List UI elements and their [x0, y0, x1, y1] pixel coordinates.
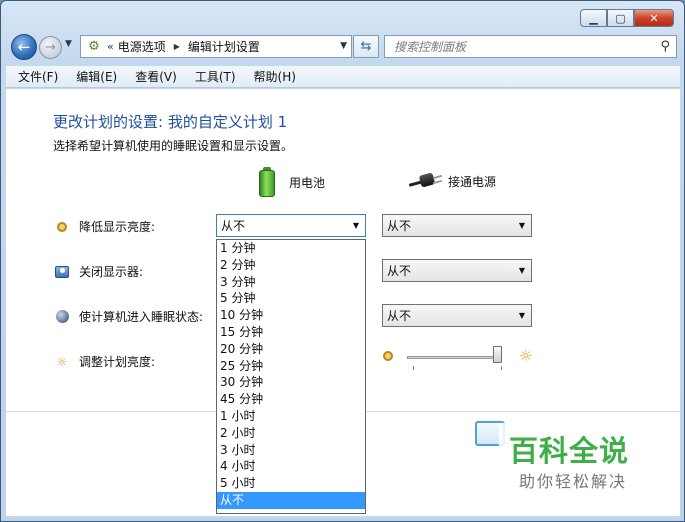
- menu-file[interactable]: 文件(F): [6, 68, 64, 85]
- slider-thumb[interactable]: [493, 346, 503, 363]
- power-plug-icon: [408, 171, 443, 191]
- dropdown-option[interactable]: 10 分钟: [217, 307, 365, 324]
- back-arrow-icon: ←: [17, 38, 31, 56]
- back-button[interactable]: ←: [11, 34, 37, 60]
- column-battery: 用电池: [259, 167, 325, 197]
- page-title: 更改计划的设置: 我的自定义计划 1: [53, 113, 288, 131]
- divider: [6, 411, 216, 412]
- display-timer-icon: [55, 265, 69, 279]
- refresh-button[interactable]: ⇆: [353, 35, 379, 58]
- dropdown-option[interactable]: 45 分钟: [217, 391, 365, 408]
- menu-help[interactable]: 帮助(H): [242, 68, 302, 85]
- breadcrumb-edit-plan[interactable]: 编辑计划设置: [188, 38, 260, 55]
- dropdown-option[interactable]: 2 分钟: [217, 257, 365, 274]
- sleep-plugged-select[interactable]: 从不 ▼: [382, 304, 532, 327]
- forward-button[interactable]: →: [39, 36, 62, 59]
- slider-track[interactable]: [407, 356, 502, 359]
- dropdown-option[interactable]: 5 小时: [217, 475, 365, 492]
- menu-view[interactable]: 查看(V): [123, 68, 183, 85]
- row-sleep-label: 使计算机进入睡眠状态:: [79, 310, 204, 324]
- watermark: 百科全说 助你轻松解决: [499, 423, 669, 498]
- dropdown-option[interactable]: 30 分钟: [217, 374, 365, 391]
- dim-brightness-icon: [55, 220, 69, 234]
- select-value: 从不: [221, 219, 246, 233]
- address-prefix[interactable]: «: [107, 40, 114, 53]
- window: ▁ ▢ ✕ ← → ▼ ⚙ « 电源选项 ▶ 编辑计划设置 ▼ ⇆ ⚲ 文件(F…: [0, 0, 685, 522]
- slider-tick: [413, 366, 414, 370]
- close-icon: ✕: [649, 11, 659, 25]
- row-sleep: 使计算机进入睡眠状态:: [55, 308, 203, 325]
- page-description: 选择希望计算机使用的睡眠设置和显示设置。: [53, 139, 294, 153]
- turn-off-display-plugged-select[interactable]: 从不 ▼: [382, 259, 532, 282]
- dropdown-option[interactable]: 从不: [217, 491, 365, 509]
- forward-arrow-icon: →: [45, 40, 56, 55]
- minimize-icon: ▁: [589, 11, 598, 25]
- column-plugged-in-label: 接通电源: [448, 174, 497, 189]
- slider-tick: [501, 366, 502, 370]
- row-dim-display-label: 降低显示亮度:: [79, 220, 156, 234]
- dropdown-option[interactable]: 5 分钟: [217, 290, 365, 307]
- dropdown-option[interactable]: 2 小时: [217, 425, 365, 442]
- chevron-down-icon: ▼: [518, 311, 525, 320]
- breadcrumb-separator-icon[interactable]: ▶: [174, 42, 180, 51]
- chevron-down-icon: ▼: [518, 221, 525, 230]
- dropdown-option[interactable]: 1 小时: [217, 408, 365, 425]
- dropdown-option[interactable]: 3 分钟: [217, 274, 365, 291]
- recent-pages-dropdown[interactable]: ▼: [65, 39, 72, 49]
- dropdown-option[interactable]: 15 分钟: [217, 324, 365, 341]
- breadcrumb-power-options[interactable]: 电源选项: [118, 38, 166, 55]
- close-button[interactable]: ✕: [634, 9, 674, 27]
- refresh-icon: ⇆: [360, 39, 372, 54]
- dropdown-option[interactable]: 1 分钟: [217, 240, 365, 257]
- dim-display-battery-select[interactable]: 从不 ▼: [216, 214, 366, 237]
- watermark-title: 百科全说: [509, 434, 630, 468]
- maximize-icon: ▢: [615, 11, 626, 25]
- battery-icon: [259, 167, 275, 197]
- caption-buttons: ▁ ▢ ✕: [580, 9, 674, 27]
- select-value: 从不: [387, 309, 412, 323]
- dropdown-option[interactable]: 4 小时: [217, 458, 365, 475]
- dropdown-option[interactable]: 3 小时: [217, 442, 365, 459]
- chevron-down-icon: ▼: [352, 221, 359, 230]
- brightness-plugged-slider[interactable]: ☼: [383, 345, 539, 370]
- dim-brightness-icon: [383, 351, 393, 361]
- search-input[interactable]: [385, 39, 645, 54]
- search-icon[interactable]: ⚲: [660, 39, 670, 54]
- window-bottom-edge: [6, 516, 680, 518]
- column-plugged-in: 接通电源: [408, 171, 497, 191]
- menu-edit[interactable]: 编辑(E): [64, 68, 123, 85]
- chevron-down-icon: ▼: [518, 266, 525, 275]
- minimize-button[interactable]: ▁: [580, 9, 607, 27]
- address-bar[interactable]: ⚙ « 电源选项 ▶ 编辑计划设置 ▼: [80, 35, 352, 58]
- row-turn-off-display: 关闭显示器:: [55, 263, 143, 280]
- dropdown-option[interactable]: 20 分钟: [217, 341, 365, 358]
- search-box[interactable]: ⚲: [384, 35, 677, 58]
- bright-sun-icon: ☼: [519, 347, 533, 365]
- dim-display-plugged-select[interactable]: 从不 ▼: [382, 214, 532, 237]
- select-value: 从不: [387, 219, 412, 233]
- menu-tools[interactable]: 工具(T): [183, 68, 242, 85]
- control-panel-icon: ⚙: [88, 39, 100, 54]
- row-brightness: ☼ 调整计划亮度:: [55, 353, 155, 370]
- row-dim-display: 降低显示亮度:: [55, 218, 155, 235]
- chevron-down-icon: ▼: [65, 39, 72, 49]
- timeout-dropdown-list[interactable]: 1 分钟 2 分钟 3 分钟 5 分钟 10 分钟 15 分钟 20 分钟 25 分钟 30 分…: [216, 239, 366, 514]
- menu-bar: 文件(F) 编辑(E) 查看(V) 工具(T) 帮助(H): [6, 66, 680, 88]
- row-brightness-label: 调整计划亮度:: [79, 355, 156, 369]
- sleep-moon-icon: [55, 310, 69, 324]
- dropdown-option[interactable]: 25 分钟: [217, 358, 365, 375]
- address-dropdown-icon[interactable]: ▼: [340, 41, 347, 51]
- column-battery-label: 用电池: [289, 175, 326, 190]
- brightness-sun-icon: ☼: [56, 354, 68, 369]
- row-turn-off-display-label: 关闭显示器:: [79, 265, 144, 279]
- maximize-button[interactable]: ▢: [607, 9, 634, 27]
- select-value: 从不: [387, 264, 412, 278]
- divider: [366, 411, 680, 412]
- watermark-subtitle: 助你轻松解决: [519, 472, 628, 491]
